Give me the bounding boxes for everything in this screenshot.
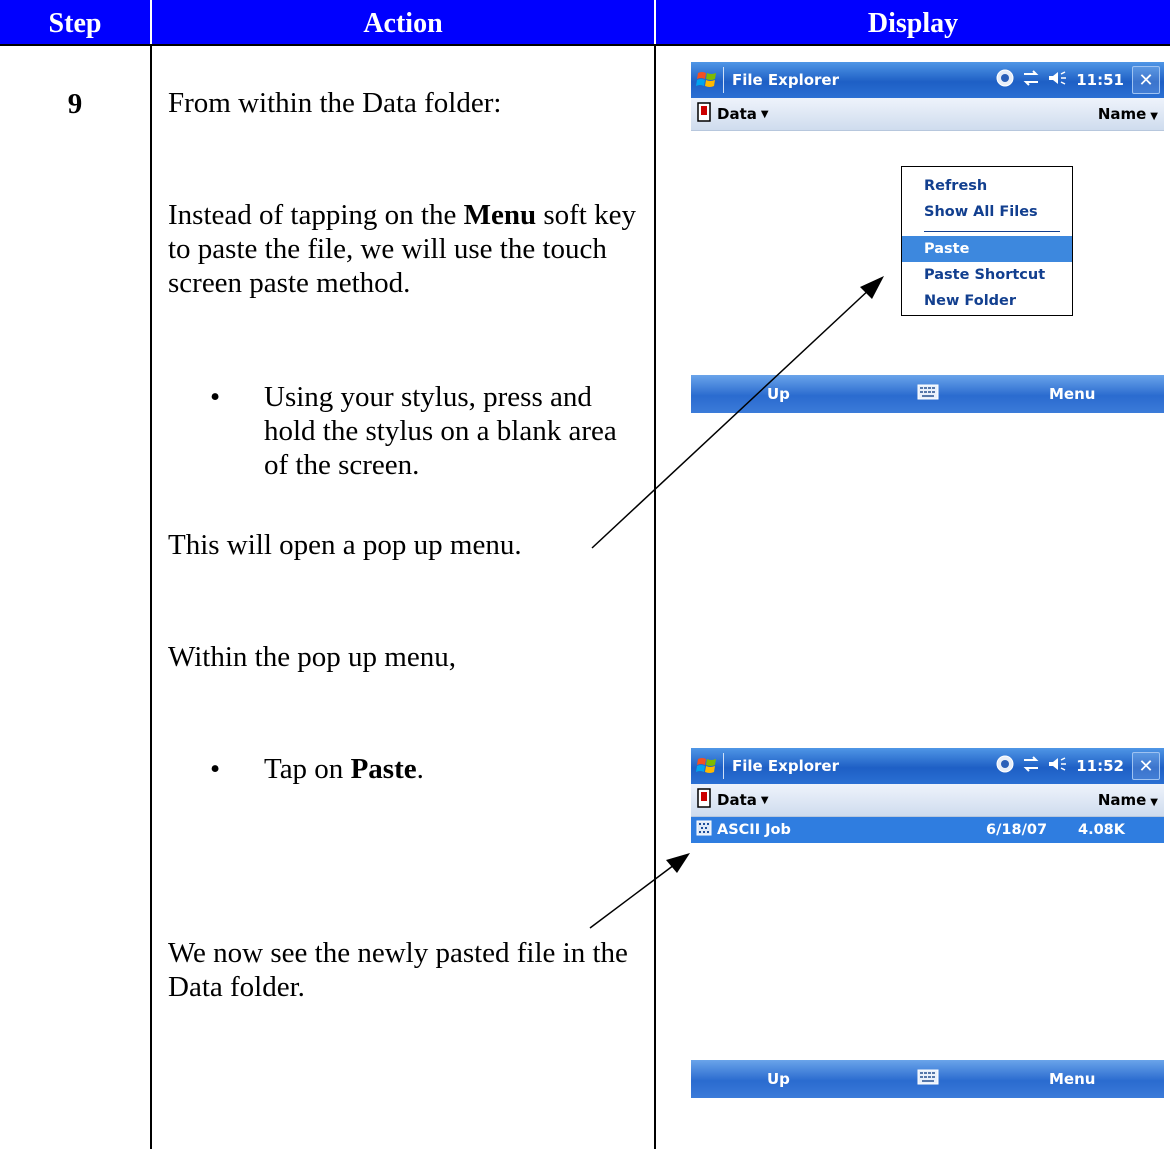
arrow-icon — [589, 861, 679, 929]
arrow-icon — [666, 853, 690, 873]
annotation-arrows — [589, 276, 884, 929]
arrow-icon — [591, 286, 873, 549]
